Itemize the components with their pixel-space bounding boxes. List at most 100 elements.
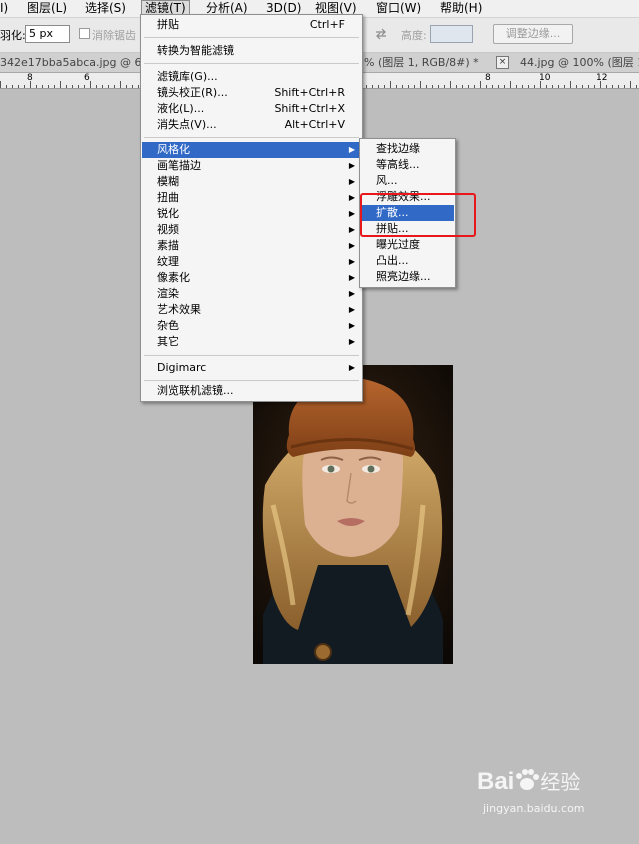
submenu-item-wind[interactable]: 风...	[361, 173, 454, 189]
menu-item-distort[interactable]: 扭曲 ▶	[142, 190, 361, 206]
menu-separator	[144, 63, 359, 64]
ruler-tick	[108, 85, 109, 88]
menu-item-browse-online-filters[interactable]: 浏览联机滤镜...	[142, 383, 361, 399]
menu-separator	[144, 355, 359, 356]
menu-item-label: 扭曲	[157, 191, 179, 204]
submenu-item-glowing-edges[interactable]: 照亮边缘...	[361, 269, 454, 285]
submenu-item-solarize[interactable]: 曝光过度	[361, 237, 454, 253]
menu-item-render[interactable]: 渲染 ▶	[142, 286, 361, 302]
swap-icon[interactable]	[374, 28, 388, 40]
ruler-tick	[6, 85, 7, 88]
menu-item-shortcut: Alt+Ctrl+V	[284, 118, 345, 131]
ruler-tick	[558, 85, 559, 88]
ruler-tick	[432, 85, 433, 88]
menu-separator	[144, 380, 359, 381]
menu-item-label: 像素化	[157, 271, 190, 284]
ruler-tick	[540, 81, 541, 88]
ruler-tick	[450, 81, 451, 88]
menu-separator	[144, 137, 359, 138]
ruler-tick	[408, 85, 409, 88]
menu-item-label: 锐化	[157, 207, 179, 220]
height-label: 高度:	[401, 29, 427, 42]
menu-item-video[interactable]: 视频 ▶	[142, 222, 361, 238]
ruler-tick	[138, 85, 139, 88]
menu-item-label: 转换为智能滤镜	[157, 44, 234, 57]
ruler-tick	[636, 85, 637, 88]
menu-item-artistic[interactable]: 艺术效果 ▶	[142, 302, 361, 318]
ruler-tick	[42, 85, 43, 88]
menu-item-label: 凸出...	[376, 254, 409, 267]
ruler-tick	[24, 85, 25, 88]
tab-document-1[interactable]: 342e17bba5abca.jpg @ 66	[0, 54, 140, 71]
ruler-tick	[474, 85, 475, 88]
ruler-tick	[60, 81, 61, 88]
menu-item-sketch[interactable]: 素描 ▶	[142, 238, 361, 254]
refine-edge-button[interactable]: 调整边缘...	[493, 24, 573, 44]
menu-item-stylize[interactable]: 风格化 ▶	[142, 142, 361, 158]
menu-item-label: 查找边缘	[376, 142, 420, 155]
menu-item-label: 风...	[376, 174, 398, 187]
menu-item-other[interactable]: 其它 ▶	[142, 334, 361, 350]
antialias-checkbox[interactable]	[79, 28, 90, 39]
submenu-arrow-icon: ▶	[348, 273, 355, 282]
submenu-item-extrude[interactable]: 凸出...	[361, 253, 454, 269]
ruler-tick	[420, 81, 421, 88]
ruler-tick	[444, 85, 445, 88]
tab-document-2[interactable]: % (图层 1, RGB/8#) *	[364, 54, 479, 71]
ruler-tick	[516, 85, 517, 88]
submenu-arrow-icon: ▶	[348, 177, 355, 186]
submenu-arrow-icon: ▶	[348, 241, 355, 250]
ruler-tick	[522, 85, 523, 88]
ruler-tick	[528, 85, 529, 88]
menu-item-blur[interactable]: 模糊 ▶	[142, 174, 361, 190]
menu-layer[interactable]: 图层(L)	[27, 0, 67, 17]
ruler-tick	[402, 85, 403, 88]
ruler-tick	[72, 85, 73, 88]
height-input[interactable]	[430, 25, 473, 43]
tab-document-3[interactable]: 44.jpg @ 100% (图层 1	[520, 54, 639, 71]
ruler-tick	[372, 85, 373, 88]
menu-window[interactable]: 窗口(W)	[376, 0, 421, 17]
menu-item-convert-smart-filter[interactable]: 转换为智能滤镜	[142, 43, 361, 59]
ruler-tick	[492, 85, 493, 88]
menu-item-brush-strokes[interactable]: 画笔描边 ▶	[142, 158, 361, 174]
ruler-tick	[66, 85, 67, 88]
menu-item-vanishing-point[interactable]: 消失点(V)... Alt+Ctrl+V	[142, 117, 361, 133]
menu-item-last-filter[interactable]: 拼贴 Ctrl+F	[142, 17, 361, 33]
menu-item-sharpen[interactable]: 锐化 ▶	[142, 206, 361, 222]
ruler-tick	[390, 81, 391, 88]
ruler-tick	[552, 85, 553, 88]
close-tab-icon[interactable]: ×	[496, 56, 509, 69]
menu-select[interactable]: 选择(S)	[85, 0, 126, 17]
menu-item-liquify[interactable]: 液化(L)... Shift+Ctrl+X	[142, 101, 361, 117]
ruler-tick	[0, 81, 1, 88]
menu-item-label: 视频	[157, 223, 179, 236]
ruler-tick	[570, 81, 571, 88]
ruler-tick	[78, 85, 79, 88]
ruler-tick	[126, 85, 127, 88]
menu-item-digimarc[interactable]: Digimarc ▶	[142, 360, 361, 376]
menu-item-noise[interactable]: 杂色 ▶	[142, 318, 361, 334]
ruler-tick	[510, 81, 511, 88]
ruler-tick	[426, 85, 427, 88]
ruler-tick	[462, 85, 463, 88]
ruler-tick	[582, 85, 583, 88]
ruler-tick	[48, 85, 49, 88]
menu-help[interactable]: 帮助(H)	[440, 0, 482, 17]
submenu-item-find-edges[interactable]: 查找边缘	[361, 141, 454, 157]
ruler-tick	[384, 85, 385, 88]
menu-item-lens-correction[interactable]: 镜头校正(R)... Shift+Ctrl+R	[142, 85, 361, 101]
menu-item-texture[interactable]: 纹理 ▶	[142, 254, 361, 270]
menu-item-pixelate[interactable]: 像素化 ▶	[142, 270, 361, 286]
ruler-tick	[612, 85, 613, 88]
ruler-tick	[564, 85, 565, 88]
ruler-tick	[12, 85, 13, 88]
submenu-item-trace-contour[interactable]: 等高线...	[361, 157, 454, 173]
ruler-tick	[90, 81, 91, 88]
menu-item-label: 纹理	[157, 255, 179, 268]
ruler-tick	[504, 85, 505, 88]
menu-item-filter-gallery[interactable]: 滤镜库(G)...	[142, 69, 361, 85]
feather-input[interactable]: 5 px	[25, 25, 70, 43]
ruler-tick	[30, 81, 31, 88]
menu-image[interactable]: I)	[0, 0, 8, 17]
